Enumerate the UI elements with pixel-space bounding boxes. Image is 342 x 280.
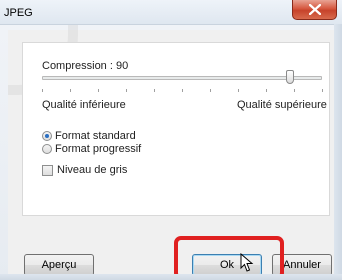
slider-tick	[182, 89, 183, 92]
title-bar[interactable]: JPEG	[0, 0, 342, 24]
format-standard-label[interactable]: Format standard	[55, 130, 136, 142]
slider-tick	[266, 89, 267, 92]
cancel-button-label: Annuler	[283, 259, 321, 271]
grayscale-label[interactable]: Niveau de gris	[57, 164, 127, 176]
format-standard-radio[interactable]	[42, 131, 52, 141]
close-icon	[309, 4, 321, 15]
quality-low-label: Qualité inférieure	[42, 99, 126, 111]
preview-button[interactable]: Aperçu	[24, 254, 94, 276]
jpeg-dialog-window: JPEG Compression : 90 Qualité inférieure…	[0, 0, 342, 280]
slider-tick	[42, 89, 43, 92]
window-frame-right	[334, 24, 342, 280]
quality-high-label: Qualité supérieure	[237, 99, 327, 111]
slider-tick	[210, 89, 211, 92]
window-title: JPEG	[4, 7, 33, 19]
format-progressive-radio[interactable]	[42, 144, 52, 154]
slider-ticks	[42, 89, 323, 92]
compression-slider-thumb[interactable]	[286, 70, 294, 84]
mouse-pointer-icon	[240, 253, 254, 272]
slider-tick	[294, 89, 295, 92]
slider-tick	[70, 89, 71, 92]
slider-tick	[126, 89, 127, 92]
slider-tick	[154, 89, 155, 92]
grayscale-checkbox[interactable]	[42, 165, 53, 176]
slider-tick	[238, 89, 239, 92]
format-progressive-label[interactable]: Format progressif	[55, 143, 141, 155]
preview-button-label: Aperçu	[41, 259, 77, 271]
close-button[interactable]	[292, 0, 337, 20]
slider-tick	[322, 89, 323, 92]
compression-label: Compression : 90	[42, 60, 129, 72]
window-frame-bottom	[0, 274, 342, 280]
compression-slider-track[interactable]	[42, 76, 322, 80]
slider-tick	[98, 89, 99, 92]
